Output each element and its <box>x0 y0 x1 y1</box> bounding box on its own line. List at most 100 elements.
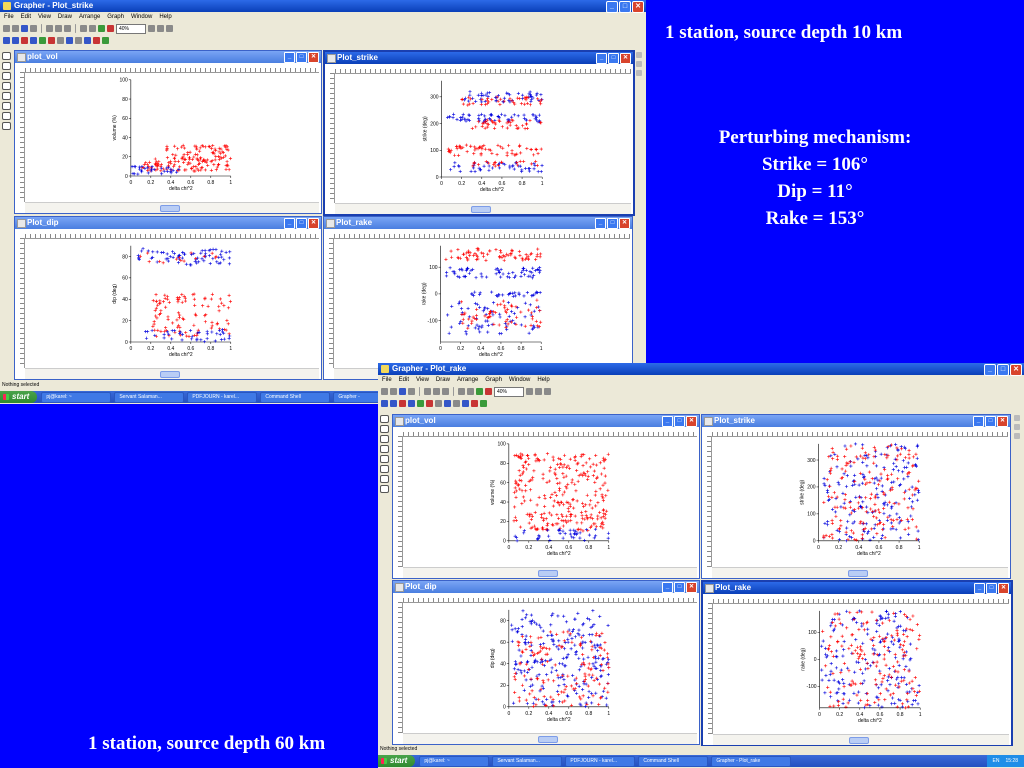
line-plot-icon[interactable] <box>3 37 10 44</box>
bar-plot-icon[interactable] <box>399 400 406 407</box>
maximize-icon[interactable]: □ <box>986 583 997 594</box>
cut-icon[interactable] <box>424 388 431 395</box>
select-tool-icon[interactable] <box>379 415 389 423</box>
axis-icon[interactable] <box>471 400 478 407</box>
select-tool-icon[interactable] <box>1 52 11 60</box>
horizontal-scrollbar[interactable] <box>403 733 697 744</box>
scroll-thumb[interactable] <box>848 570 869 577</box>
minimize-icon[interactable]: _ <box>284 52 295 63</box>
taskbar-item[interactable]: PDFJOURN - karel... <box>565 755 636 767</box>
text-icon[interactable] <box>1014 424 1020 430</box>
surface-plot-icon[interactable] <box>435 400 442 407</box>
plot-icon[interactable] <box>636 52 642 58</box>
plot-icon[interactable] <box>1014 415 1020 421</box>
zoom-fit-icon[interactable] <box>544 388 551 395</box>
maximize-icon[interactable]: □ <box>674 582 685 593</box>
scroll-thumb[interactable] <box>471 206 492 213</box>
cursor-icon[interactable] <box>1014 433 1020 439</box>
zoom-in-icon[interactable] <box>148 25 155 32</box>
maximize-icon[interactable]: □ <box>674 416 685 427</box>
plot-window-dip[interactable]: Plot_dip _ □ ✕ 0 0.2 0.4 0.6 0.8 1 0 20 40 60 80 delta… <box>14 216 322 380</box>
ellipse-tool-icon[interactable] <box>379 485 389 493</box>
polygon-tool-icon[interactable] <box>379 435 389 443</box>
paste-icon[interactable] <box>442 388 449 395</box>
cut-icon[interactable] <box>46 25 53 32</box>
save-icon[interactable] <box>399 388 406 395</box>
minimize-icon[interactable]: _ <box>662 582 673 593</box>
save-icon[interactable] <box>21 25 28 32</box>
chart-icon[interactable] <box>476 388 483 395</box>
plot-window-dip[interactable]: Plot_dip _ □ ✕ 0 0.2 0.4 0.6 0.8 1 0 20 40 60 80 delta… <box>392 580 700 745</box>
line-plot-icon[interactable] <box>381 400 388 407</box>
tray-language[interactable]: EN <box>993 755 1000 767</box>
maximize-icon[interactable]: □ <box>985 416 996 427</box>
contour-plot-icon[interactable] <box>66 37 73 44</box>
bar-plot-icon[interactable] <box>21 37 28 44</box>
scroll-thumb[interactable] <box>538 570 559 577</box>
rounded-rectangle-tool-icon[interactable] <box>379 475 389 483</box>
start-button[interactable]: start <box>378 755 416 767</box>
menu-arrange[interactable]: Arrange <box>457 375 478 385</box>
surface-plot-icon[interactable] <box>57 37 64 44</box>
plot-window-strike[interactable]: Plot_strike _ □ ✕ 0 0.2 0.4 0.6 0.8 1 0 100 200 300 d… <box>701 414 1011 579</box>
horizontal-scrollbar[interactable] <box>25 368 319 379</box>
close-icon[interactable]: ✕ <box>686 582 697 593</box>
new-icon[interactable] <box>381 388 388 395</box>
paste-icon[interactable] <box>64 25 71 32</box>
taskbar-item[interactable]: Command Shell <box>260 391 331 403</box>
zoom-in-icon[interactable] <box>526 388 533 395</box>
taskbar-item[interactable]: Servant Salaman... <box>492 755 563 767</box>
help-icon[interactable] <box>485 388 492 395</box>
pie-plot-icon[interactable] <box>48 37 55 44</box>
plot-window-rake[interactable]: Plot_rake _ □ ✕ 0 0.2 0.4 0.6 0.8 1 -100 0 100 delta… <box>701 580 1013 747</box>
plot-window-vol[interactable]: plot_vol _ □ ✕ 0 0.2 0.4 0.6 0.8 1 0 20 40 60 80 100 de… <box>392 414 700 579</box>
symbol-tool-icon[interactable] <box>379 455 389 463</box>
print-icon[interactable] <box>30 25 37 32</box>
close-icon[interactable]: ✕ <box>619 218 630 229</box>
scatter-plot-icon[interactable] <box>390 400 397 407</box>
close-icon[interactable]: ✕ <box>308 218 319 229</box>
minimize-icon[interactable]: _ <box>595 218 606 229</box>
redo-icon[interactable] <box>467 388 474 395</box>
taskbar-item[interactable]: Grapher - <box>333 391 384 403</box>
scroll-thumb[interactable] <box>538 736 559 743</box>
plot-window-vol[interactable]: plot_vol _ □ ✕ 0 0.2 0.4 0.6 0.8 1 0 20 40 60 80 100 de… <box>14 50 322 214</box>
legend-icon[interactable] <box>480 400 487 407</box>
rectangle-tool-icon[interactable] <box>379 465 389 473</box>
polygon-tool-icon[interactable] <box>1 72 11 80</box>
plot-window-strike[interactable]: Plot_strike _ □ ✕ 0 0.2 0.4 0.6 0.8 1 0 100 200 300 d… <box>323 50 635 216</box>
vector-plot-icon[interactable] <box>75 37 82 44</box>
zoom-fit-icon[interactable] <box>166 25 173 32</box>
ellipse-tool-icon[interactable] <box>1 122 11 130</box>
menu-edit[interactable]: Edit <box>21 12 31 22</box>
copy-icon[interactable] <box>55 25 62 32</box>
undo-icon[interactable] <box>458 388 465 395</box>
symbol-tool-icon[interactable] <box>1 92 11 100</box>
minimize-icon[interactable]: _ <box>974 583 985 594</box>
vector-plot-icon[interactable] <box>453 400 460 407</box>
scroll-thumb[interactable] <box>160 205 181 212</box>
plot-window-rake[interactable]: Plot_rake _ □ ✕ 0 0.2 0.4 0.6 0.8 1 -100 0 100 delta… <box>323 216 633 380</box>
menu-view[interactable]: View <box>38 12 51 22</box>
new-icon[interactable] <box>3 25 10 32</box>
3d-plot-icon[interactable] <box>462 400 469 407</box>
minimize-icon[interactable]: _ <box>662 416 673 427</box>
polyline-tool-icon[interactable] <box>1 82 11 90</box>
copy-icon[interactable] <box>433 388 440 395</box>
taskbar-item[interactable]: PDFJOURN - karel... <box>187 391 258 403</box>
undo-icon[interactable] <box>80 25 87 32</box>
contour-plot-icon[interactable] <box>444 400 451 407</box>
start-button[interactable]: start <box>0 391 38 403</box>
minimize-icon[interactable]: _ <box>973 416 984 427</box>
menu-graph[interactable]: Graph <box>485 375 502 385</box>
3d-plot-icon[interactable] <box>84 37 91 44</box>
polar-plot-icon[interactable] <box>408 400 415 407</box>
maximize-icon[interactable]: □ <box>607 218 618 229</box>
menu-edit[interactable]: Edit <box>399 375 409 385</box>
ternary-plot-icon[interactable] <box>39 37 46 44</box>
menu-window[interactable]: Window <box>509 375 530 385</box>
menu-window[interactable]: Window <box>131 12 152 22</box>
horizontal-scrollbar[interactable] <box>713 734 1009 745</box>
maximize-icon[interactable]: □ <box>296 52 307 63</box>
menu-graph[interactable]: Graph <box>107 12 124 22</box>
